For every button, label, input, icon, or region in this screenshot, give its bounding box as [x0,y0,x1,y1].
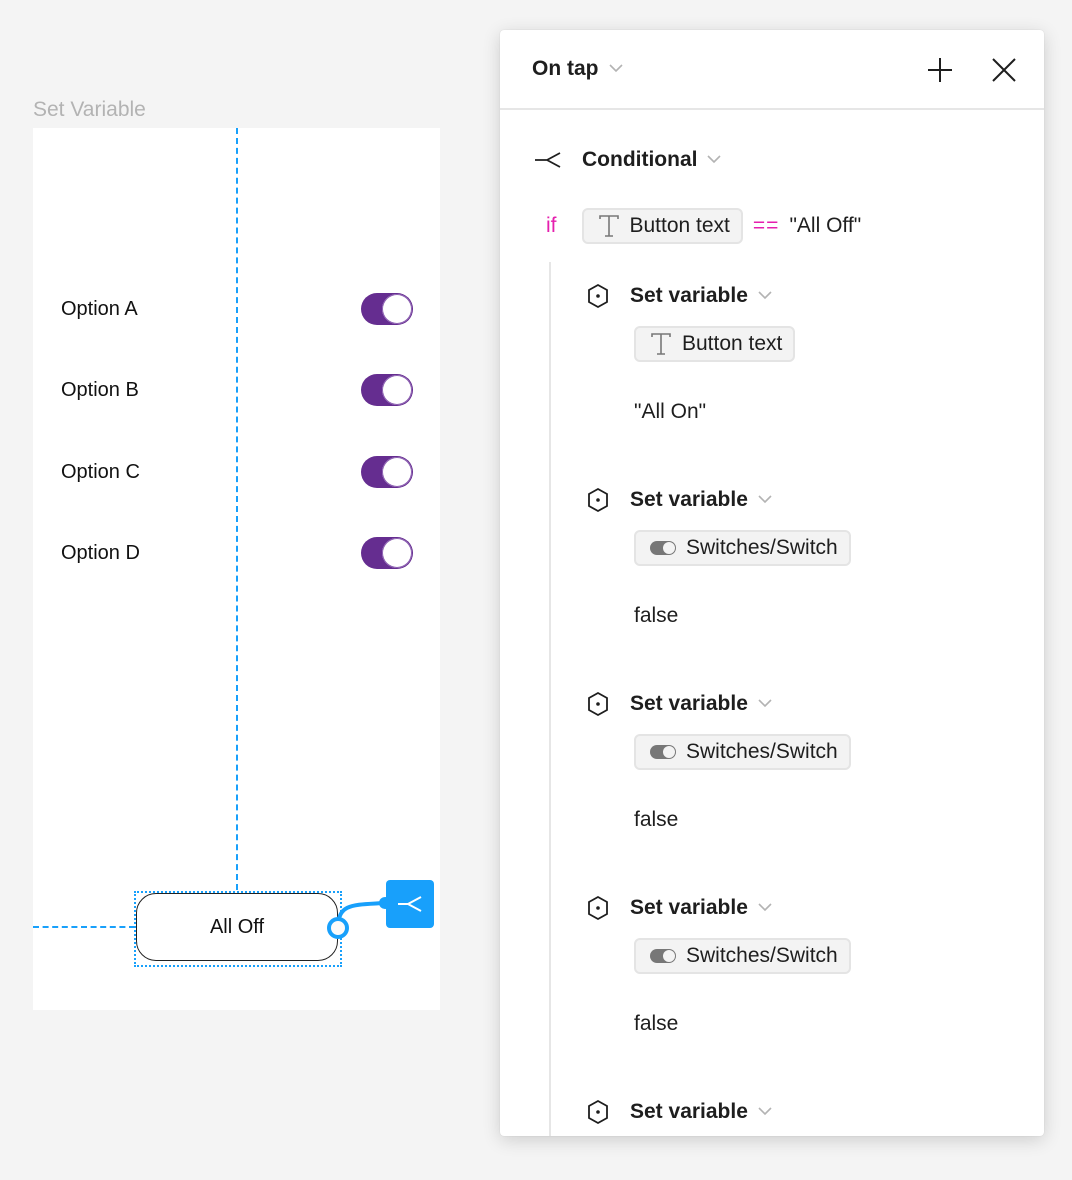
set-variable-step: Set variable Switches/Switch false [586,892,1006,1035]
text-icon [650,332,672,356]
operator[interactable]: == [753,214,780,238]
option-label: Option B [61,378,139,401]
close-button[interactable] [988,54,1020,86]
option-label: Option D [61,541,140,564]
option-label: Option C [61,460,140,483]
chevron-down-icon[interactable] [758,695,772,713]
step-header[interactable]: Set variable [586,484,1006,516]
option-row: Option D [61,536,413,570]
variable-value[interactable]: "All On" [634,400,706,424]
add-action-button[interactable] [924,54,956,86]
variable-chip[interactable]: Switches/Switch [634,938,851,974]
variable-name: Button text [682,332,783,355]
step-label: Set variable [630,1100,748,1123]
variable-chip[interactable]: Switches/Switch [634,734,851,770]
set-variable-step: Set variable Switches/Switch false [586,688,1006,831]
all-off-button-label: All Off [209,915,265,938]
guide-line-horizontal [33,926,135,928]
interaction-panel: On tap Conditional if Button text == "Al… [500,30,1044,1136]
set-variable-step: Set variable Button text "All On" [586,280,1006,423]
interaction-connector[interactable] [313,873,393,943]
variable-icon [588,895,608,921]
step-header[interactable]: Set variable [586,280,1006,312]
option-row: Option C [61,455,413,489]
guide-line-vertical [236,128,238,890]
chevron-down-icon[interactable] [758,491,772,509]
step-header[interactable]: Set variable [586,688,1006,720]
frame-label[interactable]: Set Variable [33,98,146,122]
option-toggle[interactable] [361,374,413,406]
variable-name: Switches/Switch [686,740,838,763]
variable-icon [588,691,608,717]
step-label: Set variable [630,896,748,919]
conditional-branch-icon [398,896,422,912]
set-variable-step: Set variable Switches/Switch false [586,484,1006,627]
option-toggle[interactable] [361,293,413,325]
variable-value[interactable]: false [634,1012,678,1036]
variable-icon [588,283,608,309]
conditional-branch-icon [535,152,561,168]
set-variable-step: Set variable [586,1096,1006,1128]
condition-value[interactable]: "All Off" [789,214,861,238]
step-label: Set variable [630,488,748,511]
condition-variable-chip[interactable]: Button text [581,208,743,244]
variable-name: Switches/Switch [686,944,838,967]
chevron-down-icon[interactable] [608,60,623,78]
option-toggle[interactable] [361,537,413,569]
option-row: Option B [61,373,413,407]
step-header[interactable]: Set variable [586,1096,1006,1128]
variable-icon [588,487,608,513]
variable-value[interactable]: false [634,604,678,628]
trigger-badge[interactable] [386,880,434,928]
step-label: Set variable [630,692,748,715]
variable-name: Switches/Switch [686,536,838,559]
variable-icon [588,1099,608,1125]
condition-expression: if Button text == "All Off" [546,208,861,244]
chevron-down-icon[interactable] [758,899,772,917]
if-keyword: if [546,214,557,237]
conditional-label: Conditional [582,148,698,171]
option-toggle[interactable] [361,456,413,488]
plus-icon [928,58,952,82]
condition-variable-name: Button text [629,214,730,237]
trigger-dropdown[interactable]: On tap [532,57,599,81]
step-label: Set variable [630,284,748,307]
chevron-down-icon[interactable] [707,151,722,169]
panel-header: On tap [500,30,1044,110]
prototype-frame[interactable]: Option A Option B Option C Option D All … [33,128,440,1010]
option-row: Option A [61,292,413,326]
toggle-icon [650,745,676,759]
variable-value[interactable]: false [634,808,678,832]
chevron-down-icon[interactable] [758,287,772,305]
branch-line [549,262,551,1136]
toggle-icon [650,541,676,555]
close-icon [992,58,1016,82]
conditional-header[interactable]: Conditional [534,148,722,172]
chevron-down-icon[interactable] [758,1103,772,1121]
option-label: Option A [61,297,138,320]
toggle-icon [650,949,676,963]
text-icon [598,214,620,238]
connector-handle [327,917,349,939]
variable-chip[interactable]: Button text [634,326,796,362]
step-header[interactable]: Set variable [586,892,1006,924]
all-off-button[interactable]: All Off [136,893,338,961]
variable-chip[interactable]: Switches/Switch [634,530,851,566]
